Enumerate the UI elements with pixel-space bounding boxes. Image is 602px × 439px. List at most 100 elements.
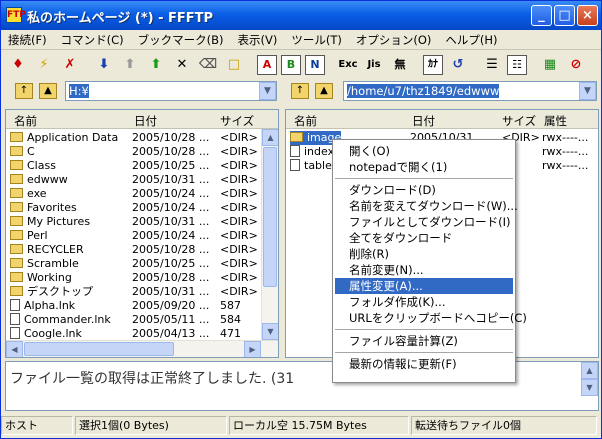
scroll-thumb[interactable] [263,147,277,287]
context-menu-item[interactable]: URLをクリップボードへコピー(C) [335,310,527,326]
open-folder-icon[interactable]: ▲ [39,83,57,99]
remote-path-input[interactable]: /home/u7/thz1849/edwww [343,81,597,101]
table-row[interactable]: Application Data 2005/10/28 ... <DIR> [6,131,278,145]
table-row[interactable]: edwww 2005/10/31 ... <DIR> [6,173,278,187]
local-path-input[interactable]: H:¥ [65,81,277,101]
file-date: 2005/10/28 ... [132,271,210,284]
file-attr: rwx----... [542,131,589,144]
context-menu-item[interactable]: ファイル容量計算(Z) [335,333,513,349]
context-menu-item[interactable]: 最新の情報に更新(F) [335,356,513,372]
table-row[interactable]: exe 2005/10/24 ... <DIR> [6,187,278,201]
toolbar: ♦ ⚡ ✗ ⬇ ⬆ ⬆ ✕ ⌫ □ A B N Exc Jis 無 ｶﾅ ↺ ☰… [1,51,601,78]
auto-mode-button[interactable]: N [305,54,325,75]
file-date: 2005/10/31 ... [132,215,210,228]
scroll-thumb[interactable] [24,342,174,356]
file-name: Commander.lnk [10,313,111,327]
col-name[interactable]: 名前 [14,113,37,129]
context-menu-item[interactable]: notepadで開く(1) [335,159,513,175]
local-vertical-scrollbar[interactable]: ▲ ▼ [261,129,278,340]
new-folder-icon[interactable]: □ [223,54,245,76]
disconnect-icon[interactable]: ✗ [59,54,81,76]
file-date: 2005/10/28 ... [132,243,210,256]
binary-mode-button[interactable]: B [281,54,301,75]
list-view-icon[interactable]: ☰ [481,54,503,76]
remote-folder-up-icon[interactable]: ↑ [291,83,309,99]
sync-folder-icon[interactable]: ▦ [539,54,561,76]
table-row[interactable]: Favorites 2005/10/24 ... <DIR> [6,201,278,215]
scroll-right-icon[interactable]: ▶ [244,341,261,357]
title-bar[interactable]: FTP 私のホームページ (*) - FFFTP _ □ × [1,1,601,30]
minimize-button[interactable]: _ [531,5,552,26]
table-row[interactable]: Alpha.lnk 2005/09/20 ... 587 [6,299,278,313]
table-row[interactable]: My Pictures 2005/10/31 ... <DIR> [6,215,278,229]
menu-help[interactable]: ヘルプ(H) [438,32,504,48]
quick-connect-icon[interactable]: ⚡ [33,54,55,76]
folder-icon [10,244,23,254]
delete-icon[interactable]: ✕ [171,54,193,76]
col-date[interactable]: 日付 [412,113,435,129]
context-menu-item[interactable]: ダウンロード(D) [335,182,513,198]
table-row[interactable]: C 2005/10/28 ... <DIR> [6,145,278,159]
scroll-down-icon[interactable]: ▼ [262,323,278,340]
table-row[interactable]: Coogle.lnk 2005/04/13 ... 471 [6,327,278,341]
col-name[interactable]: 名前 [294,113,317,129]
table-row[interactable]: デスクトップ 2005/10/31 ... <DIR> [6,285,278,299]
col-size[interactable]: サイズ [220,113,254,129]
menu-connect[interactable]: 接続(F) [1,32,54,48]
scroll-left-icon[interactable]: ◀ [6,341,23,357]
file-size: <DIR> [220,173,258,186]
table-row[interactable]: Commander.lnk 2005/05/11 ... 584 [6,313,278,327]
euc-kanji-button[interactable]: Exc [337,54,359,76]
context-menu-item[interactable]: フォルダ作成(K)... [335,294,513,310]
local-file-list[interactable]: 名前 日付 サイズ Application Data 2005/10/28 ...… [5,109,279,358]
rename-icon[interactable]: ⌫ [197,54,219,76]
folder-icon [10,216,23,226]
upload-icon[interactable]: ⬆ [119,54,141,76]
local-horizontal-scrollbar[interactable]: ◀ ▶ [6,340,278,357]
remote-open-folder-icon[interactable]: ▲ [315,83,333,99]
context-menu-item[interactable]: 全てをダウンロード [335,230,513,246]
menu-tools[interactable]: ツール(T) [284,32,349,48]
refresh-icon[interactable]: ↺ [447,54,469,76]
context-menu-item[interactable]: ファイルとしてダウンロード(I) [335,214,513,230]
folder-up-icon[interactable]: ↑ [15,83,33,99]
folder-icon [10,146,23,156]
menu-command[interactable]: コマンド(C) [54,32,131,48]
connect-icon[interactable]: ♦ [7,54,29,76]
context-menu-item[interactable]: 名前変更(N)... [335,262,513,278]
log-scroll-up-icon[interactable]: ▲ [581,362,598,379]
log-scroll-down-icon[interactable]: ▼ [581,379,598,396]
folder-icon [10,174,23,184]
context-menu-item[interactable]: 開く(O) [335,143,513,159]
table-row[interactable]: Class 2005/10/25 ... <DIR> [6,159,278,173]
context-menu-item[interactable]: 削除(R) [335,246,513,262]
no-convert-button[interactable]: 無 [389,54,411,76]
menu-options[interactable]: オプション(O) [349,32,439,48]
table-row[interactable]: Scramble 2005/10/25 ... <DIR> [6,257,278,271]
mirror-upload-icon[interactable]: ⬆ [145,54,167,76]
col-size[interactable]: サイズ [502,113,536,129]
menu-view[interactable]: 表示(V) [230,32,284,48]
table-row[interactable]: Perl 2005/10/24 ... <DIR> [6,229,278,243]
file-date: 2005/10/24 ... [132,229,210,242]
context-menu-item[interactable]: 属性変更(A)... [335,278,513,294]
scroll-up-icon[interactable]: ▲ [262,129,278,146]
local-path-dropdown-icon[interactable]: ▼ [259,82,276,100]
kana-convert-button[interactable]: ｶﾅ [423,54,443,75]
menu-separator [335,178,513,179]
ascii-mode-button[interactable]: A [257,54,277,75]
context-menu-item[interactable]: 名前を変えてダウンロード(W)... [335,198,518,214]
file-name-text: Alpha.lnk [24,299,76,312]
remote-path-dropdown-icon[interactable]: ▼ [579,82,596,100]
menu-bookmark[interactable]: ブックマーク(B) [131,32,231,48]
col-date[interactable]: 日付 [134,113,157,129]
download-icon[interactable]: ⬇ [93,54,115,76]
abort-icon[interactable]: ⊘ [565,54,587,76]
detail-view-icon[interactable]: ☷ [507,54,527,75]
maximize-button[interactable]: □ [554,5,575,26]
table-row[interactable]: RECYCLER 2005/10/28 ... <DIR> [6,243,278,257]
jis-kanji-button[interactable]: Jis [363,54,385,76]
table-row[interactable]: Working 2005/10/28 ... <DIR> [6,271,278,285]
col-attr[interactable]: 属性 [544,113,567,129]
close-button[interactable]: × [577,5,598,26]
